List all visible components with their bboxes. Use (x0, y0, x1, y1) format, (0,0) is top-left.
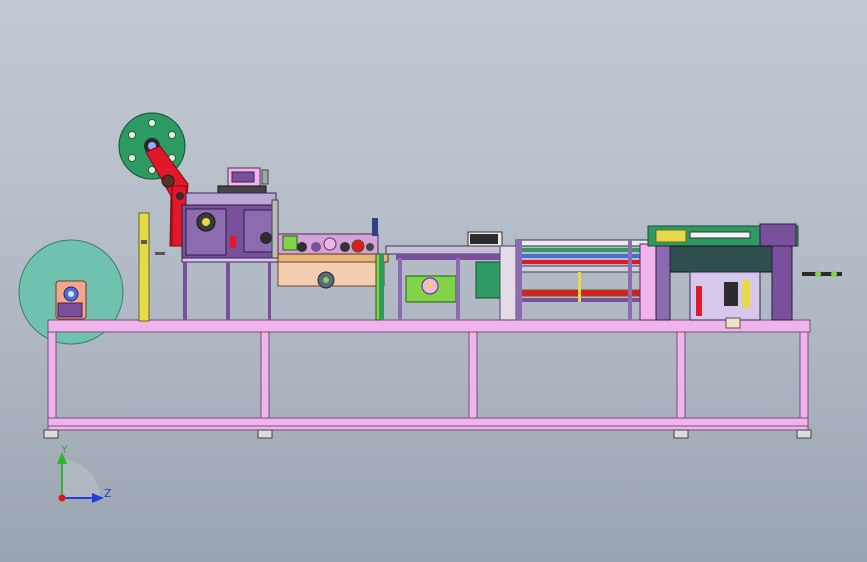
z-axis-label: Z (104, 487, 112, 500)
origin-dot (58, 494, 66, 502)
feed-roller-zone (277, 218, 389, 321)
cad-viewport[interactable]: Y Z (0, 0, 867, 562)
machine-drawing: Y Z (18, 112, 842, 503)
base-frame (43, 319, 812, 439)
head-assembly (181, 167, 283, 320)
axis-triad: Y Z (57, 443, 112, 503)
y-axis-label: Y (60, 443, 68, 456)
yellow-post (138, 212, 165, 322)
middle-station (385, 231, 517, 321)
right-station (647, 223, 842, 329)
conveyor-section (515, 239, 657, 321)
